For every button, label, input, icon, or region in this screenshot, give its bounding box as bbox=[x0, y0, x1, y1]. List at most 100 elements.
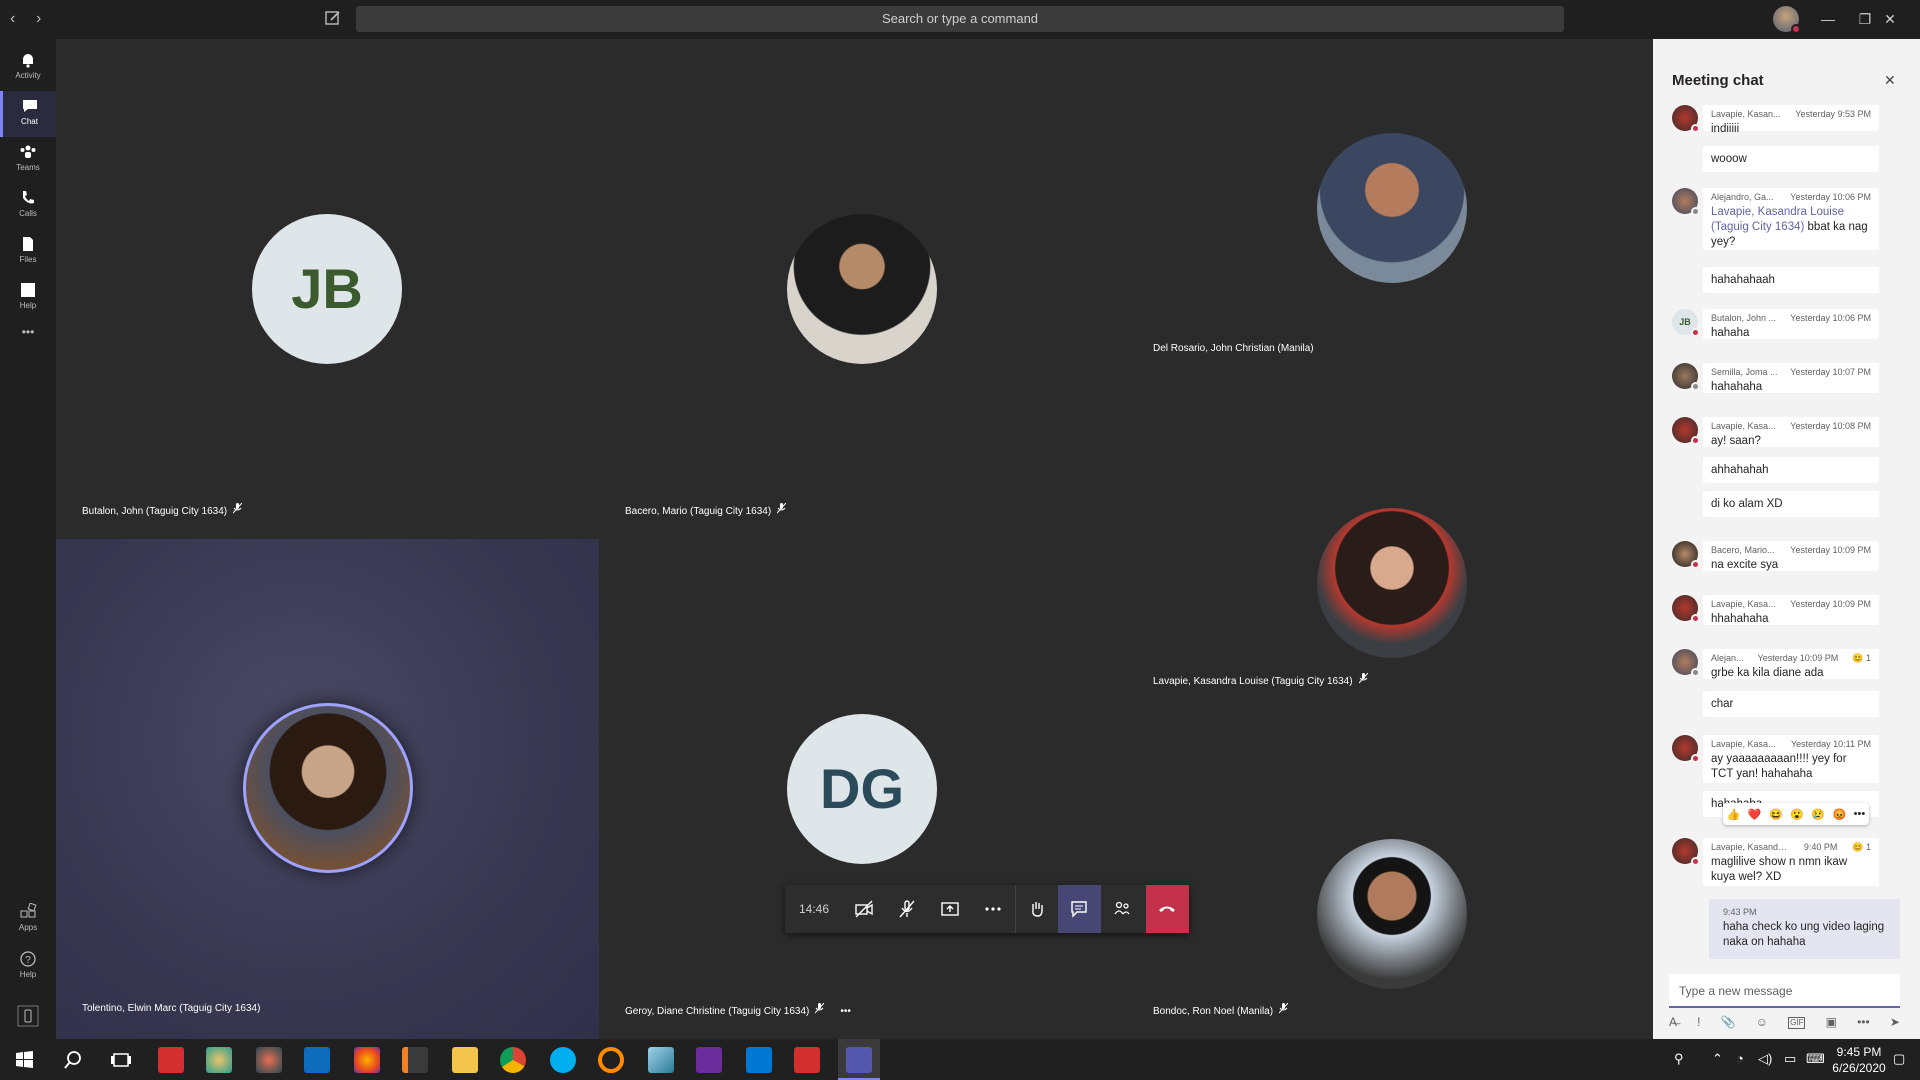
gif-button[interactable]: GIF bbox=[1788, 1017, 1806, 1029]
sublime-icon[interactable] bbox=[402, 1047, 428, 1073]
rail-teams[interactable]: Teams bbox=[0, 137, 56, 183]
rail-help[interactable]: Help bbox=[0, 275, 56, 321]
close-button[interactable]: ✕ bbox=[1878, 8, 1902, 30]
rail-activity[interactable]: Activity bbox=[0, 45, 56, 91]
participant-tile[interactable]: JB Butalon, John (Taguig City 1634) bbox=[56, 39, 599, 539]
chrome-icon[interactable] bbox=[500, 1047, 526, 1073]
task-view-icon[interactable] bbox=[108, 1047, 134, 1073]
heart-reaction[interactable]: ❤️ bbox=[1748, 808, 1762, 821]
send-button[interactable]: ➤ bbox=[1890, 1015, 1900, 1033]
visual-studio-icon[interactable] bbox=[696, 1047, 722, 1073]
participant-tile[interactable]: DG Geroy, Diane Christine (Taguig City 1… bbox=[599, 539, 1127, 1039]
participants-icon bbox=[1114, 901, 1130, 915]
participant-tile[interactable]: Del Rosario, John Christian (Manila) bbox=[1127, 39, 1653, 378]
close-chat-button[interactable]: ✕ bbox=[1884, 72, 1896, 89]
new-chat-icon[interactable] bbox=[324, 9, 342, 27]
share-screen-button[interactable] bbox=[929, 885, 972, 933]
participant-tile[interactable]: Bacero, Mario (Taguig City 1634) bbox=[599, 39, 1127, 539]
angry-reaction[interactable]: 😡 bbox=[1833, 808, 1847, 821]
participant-more-button[interactable]: ••• bbox=[840, 1006, 851, 1017]
show-chat-button[interactable] bbox=[1058, 885, 1101, 933]
hang-up-button[interactable] bbox=[1146, 885, 1189, 933]
minimize-button[interactable]: — bbox=[1816, 8, 1840, 30]
people-icon[interactable]: ⚲ bbox=[1674, 1051, 1684, 1067]
avatar bbox=[1672, 105, 1700, 133]
participant-tile[interactable]: Lavapie, Kasandra Louise (Taguig City 16… bbox=[1127, 378, 1653, 709]
message-input[interactable]: Type a new message bbox=[1669, 974, 1900, 1008]
message-text: haha check ko ung video laging naka on h… bbox=[1723, 921, 1885, 948]
mic-muted-icon bbox=[1358, 673, 1368, 684]
like-reaction[interactable]: 👍 bbox=[1727, 808, 1741, 821]
compose-toolbar: A̶ ! 📎 ☺ GIF ▣ ••• ➤ bbox=[1669, 1015, 1900, 1033]
hand-icon bbox=[1032, 902, 1043, 917]
battery-icon[interactable]: ▭ bbox=[1784, 1051, 1796, 1067]
network-icon[interactable]: ◔ bbox=[1736, 1051, 1744, 1066]
paint-icon[interactable] bbox=[206, 1047, 232, 1073]
file-explorer-icon[interactable] bbox=[452, 1047, 478, 1073]
firefox-icon[interactable] bbox=[354, 1047, 380, 1073]
my-message[interactable]: 9:43 PM haha check ko ung video laging n… bbox=[1709, 899, 1900, 959]
rail-label: Files bbox=[19, 255, 37, 264]
vscode-icon[interactable] bbox=[746, 1047, 772, 1073]
sticker-button[interactable]: ▣ bbox=[1826, 1015, 1837, 1033]
creative-cloud-icon[interactable] bbox=[158, 1047, 184, 1073]
outlook-icon[interactable] bbox=[304, 1047, 330, 1073]
maximize-button[interactable]: ❐ bbox=[1853, 8, 1877, 30]
app-icon[interactable] bbox=[256, 1047, 282, 1073]
rail-files[interactable]: Files bbox=[0, 229, 56, 275]
clock[interactable]: 9:45 PM 6/26/2020 bbox=[1830, 1044, 1888, 1076]
rail-label: Teams bbox=[16, 163, 40, 172]
important-button[interactable]: ! bbox=[1697, 1015, 1700, 1033]
notifications-icon[interactable]: ▢ bbox=[1893, 1051, 1905, 1067]
attach-button[interactable]: 📎 bbox=[1721, 1015, 1736, 1033]
app-icon[interactable] bbox=[648, 1047, 674, 1073]
avatar-photo bbox=[1317, 133, 1467, 283]
participant-tile[interactable]: Bondoc, Ron Noel (Manila) bbox=[1127, 709, 1653, 1039]
search-app-icon[interactable] bbox=[598, 1047, 624, 1073]
avatar bbox=[1672, 838, 1700, 866]
format-button[interactable]: A̶ bbox=[1669, 1015, 1677, 1033]
teams-icon bbox=[20, 145, 36, 158]
profile-avatar[interactable] bbox=[1773, 6, 1801, 34]
back-button[interactable]: ‹ bbox=[10, 10, 15, 28]
rail-chat[interactable]: Chat bbox=[0, 91, 56, 137]
participant-name: Bondoc, Ron Noel (Manila) bbox=[1153, 1003, 1289, 1017]
more-compose-button[interactable]: ••• bbox=[1857, 1015, 1870, 1033]
skype-icon[interactable] bbox=[550, 1047, 576, 1073]
show-participants-button[interactable] bbox=[1101, 885, 1144, 933]
raise-hand-button[interactable] bbox=[1015, 885, 1058, 933]
more-apps-button[interactable]: ••• bbox=[0, 325, 56, 349]
forward-button[interactable]: › bbox=[36, 10, 41, 28]
call-controls: 14:46 bbox=[785, 885, 1189, 933]
more-options-button[interactable]: ••• bbox=[1854, 808, 1866, 820]
mic-toggle[interactable] bbox=[886, 885, 929, 933]
chat-icon bbox=[22, 100, 37, 112]
rail-label: Apps bbox=[18, 923, 38, 932]
avatar-photo bbox=[1317, 508, 1467, 658]
rail-calls[interactable]: Calls bbox=[0, 183, 56, 229]
rail-apps[interactable]: Apps bbox=[0, 897, 56, 943]
reaction-bar: 👍 ❤️ 😆 😮 😢 😡 ••• bbox=[1723, 803, 1869, 825]
search-icon[interactable] bbox=[60, 1047, 86, 1073]
surprised-reaction[interactable]: 😮 bbox=[1790, 808, 1804, 821]
sad-reaction[interactable]: 😢 bbox=[1811, 808, 1825, 821]
phone-icon bbox=[23, 191, 34, 204]
emoji-button[interactable]: ☺ bbox=[1756, 1015, 1768, 1033]
rail-help-bottom[interactable]: ? Help bbox=[0, 944, 56, 990]
rail-label: Activity bbox=[15, 71, 41, 80]
search-input[interactable]: Search or type a command bbox=[356, 6, 1564, 32]
device-button[interactable] bbox=[0, 999, 56, 1033]
participant-tile-active-speaker[interactable]: Tolentino, Elwin Marc (Taguig City 1634) bbox=[56, 539, 599, 1039]
windows-start-icon[interactable] bbox=[12, 1047, 38, 1073]
meeting-chat-panel: Meeting chat ✕ Lavapie, Kasan... Yesterda… bbox=[1653, 39, 1920, 1039]
participant-name: Lavapie, Kasandra Louise (Taguig City 16… bbox=[1153, 673, 1368, 687]
volume-icon[interactable]: ◁) bbox=[1758, 1051, 1772, 1067]
keyboard-icon[interactable]: ⌨ bbox=[1806, 1051, 1825, 1067]
rail-label: Help bbox=[19, 970, 37, 979]
acrobat-icon[interactable] bbox=[794, 1047, 820, 1073]
camera-toggle[interactable] bbox=[843, 885, 886, 933]
tray-chevron-icon[interactable]: ⌃ bbox=[1712, 1051, 1723, 1067]
laugh-reaction[interactable]: 😆 bbox=[1769, 808, 1783, 821]
more-actions-button[interactable] bbox=[972, 885, 1015, 933]
teams-taskbar-icon[interactable] bbox=[838, 1039, 880, 1080]
